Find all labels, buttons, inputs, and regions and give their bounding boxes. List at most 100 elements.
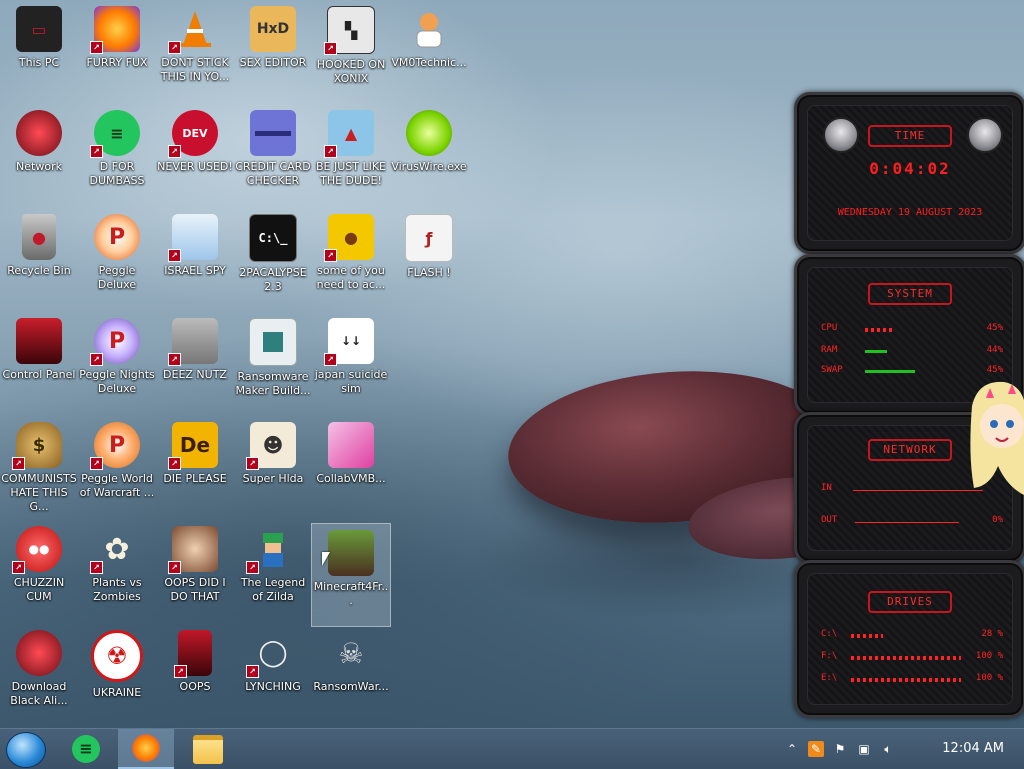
swap-label: SWAP bbox=[821, 365, 843, 375]
gadget-date: WEDNESDAY 19 AUGUST 2023 bbox=[837, 207, 983, 218]
flag-icon[interactable]: ⚑ bbox=[832, 741, 848, 757]
traffic-cone-icon: ↗ bbox=[168, 6, 218, 54]
taskbar-item-firefox[interactable] bbox=[118, 729, 174, 769]
desktop-icon[interactable]: CollabVMB... bbox=[312, 416, 390, 518]
chuzzle-icon: ●● ↗ bbox=[12, 526, 62, 574]
cpu-label: CPU bbox=[821, 323, 838, 333]
show-hidden-icons-chevron-icon[interactable]: ⌃ bbox=[784, 741, 800, 757]
drive-e-row: E:\ 100 % bbox=[821, 673, 1003, 687]
volume-icon[interactable]: 🔈︎ bbox=[880, 741, 896, 757]
drive-c-row: C:\ 28 % bbox=[821, 629, 1003, 643]
japan-sim-icon: ↓↓ ↗ bbox=[324, 318, 374, 366]
desktop-icon[interactable]: ↗ DEEZ NUTZ bbox=[156, 312, 234, 414]
dog-icon: ● ↗ bbox=[324, 214, 374, 262]
desktop-icon[interactable]: ↗ ISRAEL SPY bbox=[156, 208, 234, 310]
desktop-icon[interactable]: VirusWire.exe bbox=[390, 104, 468, 206]
desktop-icon[interactable]: Control Panel bbox=[0, 312, 78, 414]
elf-icon: ▲ ↗ bbox=[324, 110, 374, 158]
drive-f-row: F:\ 100 % bbox=[821, 651, 1003, 665]
desktop-icon[interactable]: ✿ ↗ Plants vs Zombies bbox=[78, 520, 156, 622]
minecraft-icon bbox=[328, 530, 374, 576]
terminal-icon: C:\_ bbox=[249, 214, 297, 262]
noose-icon: ◯ ↗ bbox=[246, 630, 296, 678]
desktop-icon[interactable]: DEV ↗ NEVER USED! bbox=[156, 104, 234, 206]
ram-bar bbox=[865, 350, 887, 353]
monitor-pink-icon bbox=[328, 422, 374, 468]
desktop-icon[interactable]: ƒ FLASH ! bbox=[390, 208, 468, 310]
zilda-icon: ↗ bbox=[246, 526, 296, 574]
desktop-icon[interactable]: VM0Technic... bbox=[390, 0, 468, 102]
cpu-value: 45% bbox=[986, 323, 1003, 333]
desktop-icon[interactable]: ↗ FURRY FUX bbox=[78, 0, 156, 102]
desktop-icon[interactable]: ☻ ↗ Super Hlda bbox=[234, 416, 312, 518]
desktop-icon[interactable]: Ransomware Maker Build... bbox=[234, 312, 312, 414]
app-tray-icon[interactable]: ✎ bbox=[808, 741, 824, 757]
cpu-bar bbox=[865, 328, 893, 332]
swap-value: 45% bbox=[986, 365, 1003, 375]
mouse-cursor bbox=[322, 552, 330, 566]
control-panel-icon bbox=[16, 318, 62, 364]
desktop-icon[interactable]: ☠ RansomWar... bbox=[312, 624, 390, 726]
network-out-value: 0% bbox=[992, 515, 1003, 525]
peggle-nights-icon: P ↗ bbox=[90, 318, 140, 366]
start-orb-button[interactable] bbox=[6, 732, 46, 768]
system-gadget-title: SYSTEM bbox=[868, 283, 952, 305]
desktop-icon[interactable]: ● ↗ some of you need to ac... bbox=[312, 208, 390, 310]
network-out-row: OUT 0% bbox=[821, 515, 1003, 529]
drive-f-label: F:\ bbox=[821, 651, 838, 661]
desktop-icon[interactable]: ↗ DONT STICK THIS IN YO... bbox=[156, 0, 234, 102]
taskbar-item-file-explorer[interactable] bbox=[180, 729, 236, 769]
drive-c-bar bbox=[851, 634, 883, 638]
drives-gadget[interactable]: DRIVES C:\ 28 % F:\ 100 % E:\ 100 % bbox=[794, 560, 1024, 718]
ram-value: 44% bbox=[986, 345, 1003, 355]
time-gadget[interactable]: TIME 0:04:02 WEDNESDAY 19 AUGUST 2023 bbox=[794, 92, 1024, 254]
desktop-icon[interactable]: HxD SEX EDITOR bbox=[234, 0, 312, 102]
radiation-icon: ☢ bbox=[91, 630, 143, 682]
desktop-icon[interactable]: P ↗ Peggle Nights Deluxe bbox=[78, 312, 156, 414]
desktop-icon-selected[interactable]: Minecraft4Fr... bbox=[311, 523, 391, 627]
desktop-icon[interactable]: Download Black Ali... bbox=[0, 624, 78, 726]
ram-label: RAM bbox=[821, 345, 838, 355]
flower-icon: ✿ ↗ bbox=[90, 526, 140, 574]
desktop-icon[interactable]: ◯ ↗ LYNCHING bbox=[234, 624, 312, 726]
peggle-icon: P bbox=[94, 214, 140, 260]
doctor-avatar-icon bbox=[406, 6, 452, 52]
desktop-icon[interactable]: ↗ The Legend of Zilda bbox=[234, 520, 312, 622]
desktop-icon[interactable]: CREDIT CARD CHECKER bbox=[234, 104, 312, 206]
desktop-icon[interactable]: ≡ ↗ D FOR DUMBASS bbox=[78, 104, 156, 206]
desktop-icon[interactable]: Network bbox=[0, 104, 78, 206]
desktop-icon[interactable]: C:\_ 2PACALYPSE 2.3 bbox=[234, 208, 312, 310]
network-status-icon[interactable]: ▣ bbox=[856, 741, 872, 757]
time-gadget-title: TIME bbox=[868, 125, 952, 147]
desktop-icon[interactable]: ↗ OOPS DID I DO THAT bbox=[156, 520, 234, 622]
desktop-icon[interactable]: ↓↓ ↗ japan suicide sim bbox=[312, 312, 390, 414]
desktop-icon[interactable]: ☢ UKRAINE bbox=[78, 624, 156, 726]
cartoon-character-gadget[interactable] bbox=[968, 376, 1024, 500]
dev-cpp-icon: DEV ↗ bbox=[168, 110, 218, 158]
ram-row: RAM 44% bbox=[821, 345, 1003, 359]
taskbar: ≡ ⌃ ✎ ⚑ ▣ 🔈︎ 12:04 AM bbox=[0, 728, 1024, 769]
desktop-icon[interactable]: ▚ ↗ HOOKED ON XONIX bbox=[312, 0, 390, 102]
taskbar-clock[interactable]: 12:04 AM bbox=[942, 741, 1004, 756]
flash-icon: ƒ bbox=[405, 214, 453, 262]
desktop-icon[interactable]: ▲ ↗ BE JUST LIKE THE DUDE! bbox=[312, 104, 390, 206]
drive-f-value: 100 % bbox=[975, 651, 1003, 661]
desktop-icon[interactable]: P Peggle Deluxe bbox=[78, 208, 156, 310]
desktop-icon[interactable]: ●● ↗ CHUZZIN CUM bbox=[0, 520, 78, 622]
desktop-icon[interactable]: ↗ OOPS bbox=[156, 624, 234, 726]
network-out-graph bbox=[855, 522, 959, 523]
desktop-icon[interactable]: $ ↗ COMMUNISTS HATE THIS G... bbox=[0, 416, 78, 518]
hxd-editor-icon: HxD bbox=[250, 6, 296, 52]
desktop-icon[interactable]: P ↗ Peggle World of Warcraft ... bbox=[78, 416, 156, 518]
gadget-clock: 0:04:02 bbox=[869, 159, 951, 178]
desktop-icon[interactable]: ● Recycle Bin bbox=[0, 208, 78, 310]
peggle-wow-icon: P ↗ bbox=[90, 422, 140, 470]
desktop-icon[interactable]: De ↗ DIE PLEASE bbox=[156, 416, 234, 518]
red-monitor-icon: ↗ bbox=[174, 630, 212, 678]
alienware-orb-icon bbox=[16, 630, 62, 676]
taskbar-item-chat[interactable]: ≡ bbox=[58, 729, 114, 769]
green-chat-taskbar-icon: ≡ bbox=[72, 735, 100, 763]
desktop-icon[interactable]: ▭ This PC bbox=[0, 0, 78, 102]
alien-head-icon bbox=[823, 117, 859, 153]
file-explorer-taskbar-icon bbox=[193, 734, 223, 764]
